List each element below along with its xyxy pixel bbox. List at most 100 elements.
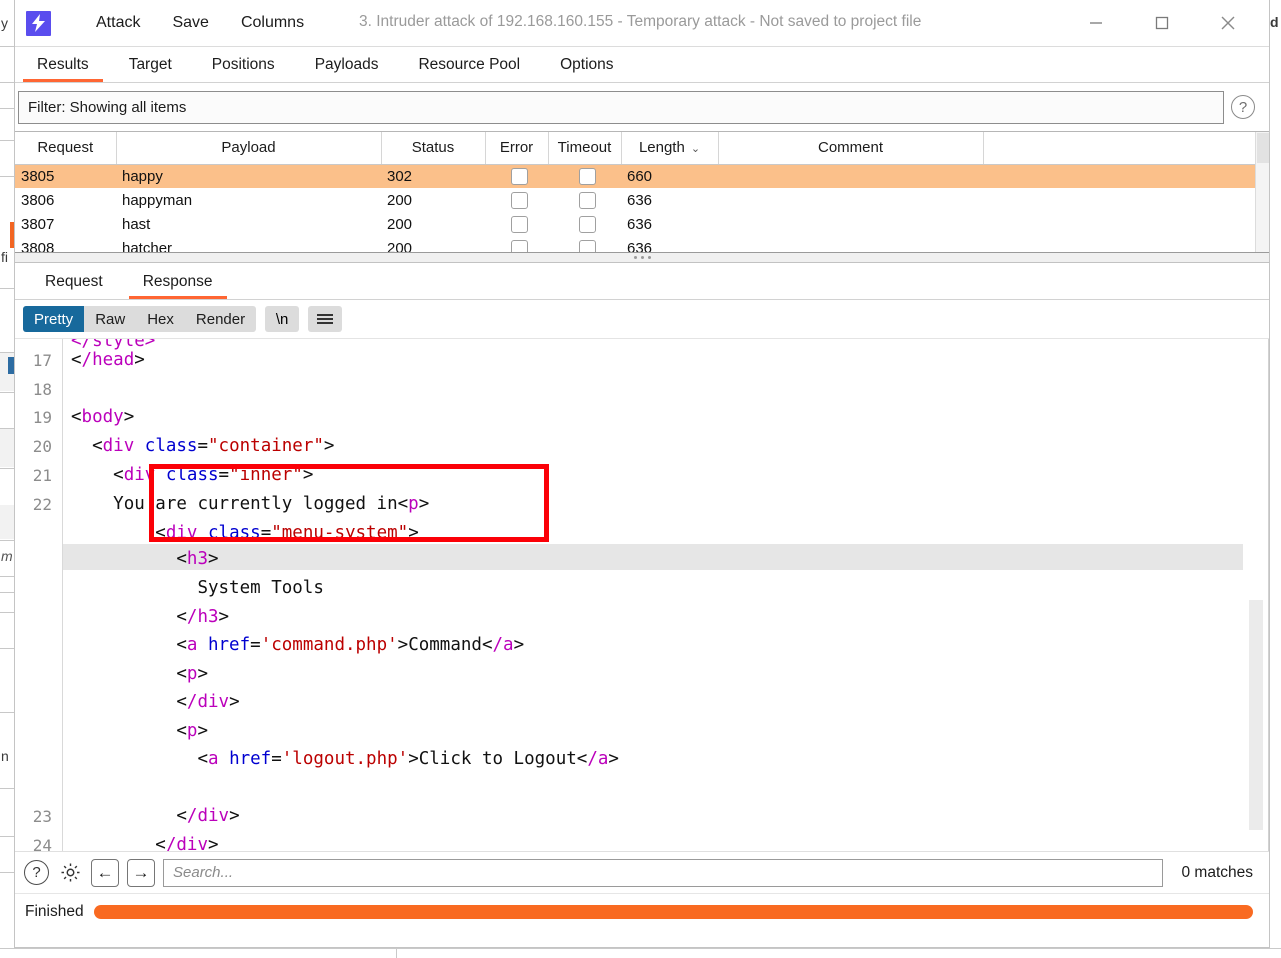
error-checkbox[interactable] — [511, 191, 528, 209]
tab-payloads[interactable]: Payloads — [295, 56, 399, 82]
filter-bar[interactable]: Filter: Showing all items — [18, 90, 1224, 124]
status-text: Finished — [25, 902, 84, 920]
title-bar: Attack Save Columns 3. Intruder attack o… — [15, 0, 1269, 47]
results-table-scrollbar[interactable] — [1255, 132, 1269, 252]
cell-length: 636 — [627, 239, 653, 253]
cell-error — [485, 236, 548, 252]
close-icon[interactable] — [1205, 0, 1251, 46]
maximize-icon[interactable] — [1139, 0, 1185, 46]
cell-payload: hast — [122, 215, 151, 233]
hamburger-menu-icon[interactable] — [308, 306, 343, 332]
bg-fragment-0: y — [1, 15, 8, 31]
column-header-length-label: Length — [638, 139, 685, 157]
search-input[interactable]: Search... — [163, 858, 1164, 887]
cell-length: 636 — [627, 191, 653, 209]
cell-blank — [983, 188, 1255, 212]
column-header-length[interactable]: Length ⌄ — [621, 132, 719, 165]
bg-fragment-1: fi — [1, 249, 8, 265]
cell-status: 200 — [387, 239, 413, 253]
tab-results[interactable]: Results — [17, 56, 109, 82]
minimize-icon[interactable] — [1073, 0, 1119, 46]
view-mode-render[interactable]: Render — [184, 306, 257, 332]
cell-payload: hatcher — [122, 239, 173, 253]
code-text: </style> </head> <body> <div class="cont… — [71, 339, 1243, 851]
cell-timeout — [548, 236, 621, 252]
red-highlight-rectangle — [149, 464, 549, 542]
table-row[interactable]: 3805 happy 302 660 — [15, 164, 1255, 188]
view-mode-pretty[interactable]: Pretty — [23, 306, 85, 332]
column-header-timeout[interactable]: Timeout — [548, 132, 622, 165]
timeout-checkbox[interactable] — [579, 215, 596, 233]
gear-icon[interactable] — [57, 860, 83, 886]
splitter-dot — [647, 256, 651, 259]
code-line-logout-link: <a href='logout.php'>Click to Logout</a> — [197, 749, 619, 769]
tab-options[interactable]: Options — [540, 56, 633, 82]
code-line-p-1: <p> — [176, 664, 208, 684]
cell-error — [485, 164, 548, 188]
intruder-attack-window: Attack Save Columns 3. Intruder attack o… — [14, 0, 1270, 948]
timeout-checkbox[interactable] — [579, 239, 596, 252]
view-mode-raw[interactable]: Raw — [84, 306, 137, 332]
tab-target[interactable]: Target — [109, 56, 192, 82]
error-checkbox[interactable] — [511, 167, 528, 185]
panel-splitter[interactable] — [15, 253, 1269, 263]
cell-status: 200 — [387, 191, 413, 209]
tab-resource-pool[interactable]: Resource Pool — [398, 56, 540, 82]
view-mode-hex[interactable]: Hex — [136, 306, 185, 332]
arrow-right-icon[interactable]: → — [127, 858, 155, 887]
code-line-command-link: <a href='command.php'>Command</a> — [176, 635, 525, 655]
menu-attack[interactable]: Attack — [87, 10, 149, 36]
menu-save[interactable]: Save — [163, 10, 217, 36]
column-header-comment[interactable]: Comment — [718, 132, 984, 165]
column-header-payload[interactable]: Payload — [116, 132, 382, 165]
question-mark-icon[interactable]: ? — [1231, 95, 1255, 119]
tab-request[interactable]: Request — [25, 273, 123, 299]
table-row[interactable]: 3808 hatcher 200 636 — [15, 236, 1255, 253]
background-window-bottom-sliver — [0, 948, 1281, 958]
column-header-blank — [983, 132, 1256, 165]
results-table: Request Payload Status Error Timeout Len… — [15, 132, 1256, 253]
splitter-dot — [633, 256, 637, 259]
cell-error — [485, 188, 548, 212]
code-line-19: <body> — [71, 407, 135, 427]
question-mark-icon[interactable]: ? — [24, 860, 49, 885]
table-row[interactable]: 3806 happyman 200 636 — [15, 188, 1255, 212]
scrollbar-thumb[interactable] — [1257, 133, 1269, 163]
column-header-request[interactable]: Request — [15, 132, 117, 165]
show-newlines-button[interactable]: \n — [265, 306, 300, 332]
cell-blank — [983, 212, 1255, 236]
error-checkbox[interactable] — [511, 215, 528, 233]
response-code-viewer[interactable]: 17 18 19 20 21 22 23 24 </style> </head>… — [15, 338, 1269, 851]
cell-length: 660 — [621, 164, 718, 188]
scrollbar-thumb[interactable] — [1249, 600, 1263, 830]
table-row[interactable]: 3807 hast 200 636 — [15, 212, 1255, 236]
status-bar: Finished — [15, 893, 1269, 929]
burp-lightning-bolt-icon — [26, 10, 51, 36]
code-line-div-close-1: </div> — [176, 692, 240, 712]
menu-columns[interactable]: Columns — [232, 10, 313, 36]
filter-row: Filter: Showing all items ? — [15, 83, 1269, 131]
cell-comment[interactable] — [718, 164, 983, 188]
cell-comment[interactable] — [718, 212, 983, 236]
chevron-down-icon: ⌄ — [690, 143, 701, 156]
error-checkbox[interactable] — [511, 239, 528, 252]
cell-payload: happyman — [122, 191, 193, 209]
tab-response[interactable]: Response — [123, 273, 233, 299]
line-number: 23 — [32, 807, 52, 826]
tab-positions[interactable]: Positions — [192, 56, 295, 82]
code-scrollbar[interactable] — [1249, 339, 1263, 851]
splitter-dot — [640, 256, 644, 259]
code-line-system-tools: System Tools — [197, 578, 324, 598]
timeout-checkbox[interactable] — [579, 191, 596, 209]
line-number: 18 — [32, 380, 52, 399]
column-header-status[interactable]: Status — [381, 132, 486, 165]
timeout-checkbox[interactable] — [579, 167, 596, 185]
line-number: 20 — [32, 437, 52, 456]
cell-request: 3808 — [21, 239, 55, 253]
arrow-left-icon[interactable]: ← — [91, 858, 119, 887]
cell-error — [485, 212, 548, 236]
cell-comment[interactable] — [718, 236, 983, 252]
cell-comment[interactable] — [718, 188, 983, 212]
code-line-clipped: </style> — [71, 338, 156, 351]
column-header-error[interactable]: Error — [485, 132, 549, 165]
